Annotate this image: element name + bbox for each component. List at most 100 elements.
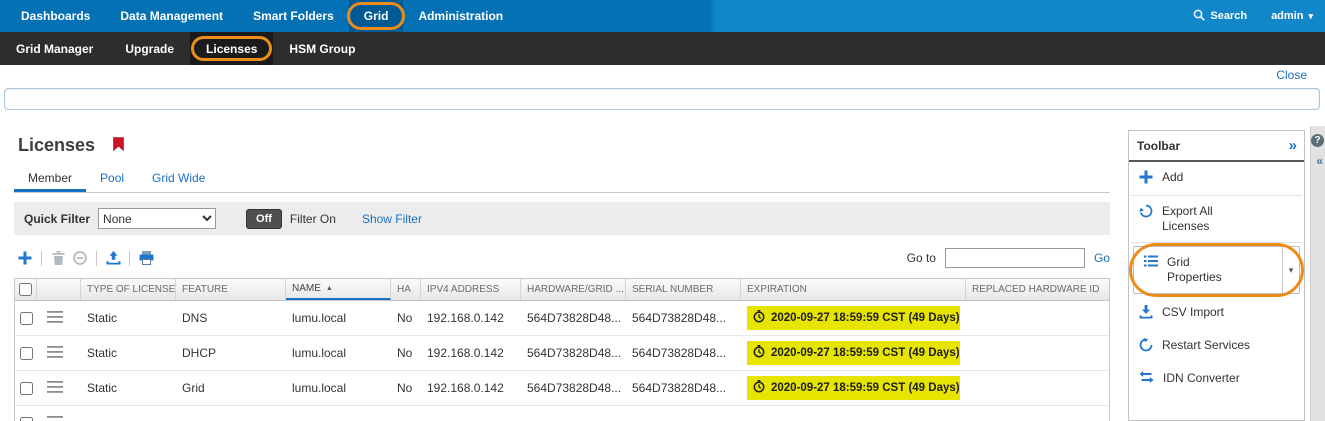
col-header-replaced[interactable]: REPLACED HARDWARE ID xyxy=(966,279,1109,300)
upload-icon[interactable] xyxy=(102,247,124,269)
tab-member[interactable]: Member xyxy=(14,165,87,192)
cell-hardware xyxy=(521,406,626,421)
expiration-text: 2020-09-27 18:59:59 CST (49 Days) xyxy=(771,382,960,394)
toolbar-item-export-all-licenses[interactable]: Export All Licenses xyxy=(1129,196,1304,242)
row-checkbox[interactable] xyxy=(19,416,33,421)
collapse-panel-icon[interactable]: « xyxy=(1316,154,1323,168)
row-menu-icon[interactable] xyxy=(47,415,63,421)
subnav-item-licenses[interactable]: Licenses xyxy=(190,32,274,65)
row-menu-icon[interactable] xyxy=(47,380,63,396)
toolbar-item-label: Restart Services xyxy=(1162,338,1251,352)
close-link[interactable]: Close xyxy=(1276,68,1307,82)
cell-hardware: 564D73828D48... xyxy=(527,381,622,395)
add-icon[interactable] xyxy=(14,247,36,269)
side-toolbar-panel: Toolbar » Add Export All Licenses Grid P… xyxy=(1128,130,1305,421)
toolbar-item-restart-services[interactable]: Restart Services xyxy=(1129,330,1304,363)
row-menu-icon[interactable] xyxy=(47,310,63,326)
nav-item-grid[interactable]: Grid xyxy=(346,0,406,32)
col-header-ha[interactable]: HA xyxy=(391,279,421,300)
filter-on-label: Filter On xyxy=(289,211,336,226)
goto-input[interactable] xyxy=(944,248,1085,268)
toolbar-item-grid-properties[interactable]: Grid Properties ▾ xyxy=(1129,243,1304,297)
top-nav: Dashboards Data Management Smart Folders… xyxy=(0,0,1325,32)
row-checkbox[interactable] xyxy=(19,311,33,325)
table-row[interactable]: Static Grid lumu.local No 192.168.0.142 … xyxy=(15,371,1109,406)
filter-toggle-button[interactable]: Off xyxy=(246,208,282,229)
grid-properties-dropdown-caret[interactable]: ▾ xyxy=(1282,247,1299,293)
toolbar-item-idn-converter[interactable]: IDN Converter xyxy=(1129,363,1304,394)
app-screen: Dashboards Data Management Smart Folders… xyxy=(0,0,1325,421)
cell-serial xyxy=(626,406,741,421)
cell-ipv4 xyxy=(421,406,521,421)
col-header-ipv4[interactable]: IPV4 ADDRESS xyxy=(421,279,521,300)
row-checkbox[interactable] xyxy=(19,346,33,360)
table-header-row: TYPE OF LICENSE FEATURE NAME ▲ HA IPV4 A… xyxy=(15,279,1109,301)
cell-type: Static xyxy=(87,381,118,395)
subnav-item-hsm-group[interactable]: HSM Group xyxy=(273,32,371,65)
row-checkbox[interactable] xyxy=(19,381,33,395)
toolbar-item-add[interactable]: Add xyxy=(1129,162,1304,195)
show-filter-link[interactable]: Show Filter xyxy=(362,212,422,226)
cell-replaced xyxy=(966,406,1109,421)
properties-list-icon xyxy=(1144,255,1158,270)
subnav-item-upgrade[interactable]: Upgrade xyxy=(109,32,190,65)
help-icon[interactable]: ? xyxy=(1311,134,1324,147)
nav-item-label: Administration xyxy=(418,9,504,23)
toolbar-item-label: Add xyxy=(1162,170,1184,184)
go-link[interactable]: Go xyxy=(1094,251,1110,265)
bookmark-icon[interactable] xyxy=(113,137,124,154)
cell-type xyxy=(81,406,176,421)
cell-ha: No xyxy=(397,381,413,395)
licenses-table: TYPE OF LICENSE FEATURE NAME ▲ HA IPV4 A… xyxy=(14,278,1110,421)
nav-item-label: Dashboards xyxy=(21,9,91,23)
table-row[interactable]: Static DNS lumu.local No 192.168.0.142 5… xyxy=(15,301,1109,336)
row-checkbox-cell xyxy=(15,301,37,335)
user-menu[interactable]: admin ▾ xyxy=(1271,10,1313,22)
col-header-expiration[interactable]: EXPIRATION xyxy=(741,279,966,300)
cell-name xyxy=(286,406,391,421)
toolbar-divider xyxy=(96,250,97,266)
cell-serial: 564D73828D48... xyxy=(632,311,727,325)
table-row-partial[interactable] xyxy=(15,406,1109,421)
subnav-item-grid-manager[interactable]: Grid Manager xyxy=(0,32,109,65)
print-icon[interactable] xyxy=(135,247,157,269)
caret-down-icon: ▾ xyxy=(1288,264,1294,275)
tab-grid-wide[interactable]: Grid Wide xyxy=(138,165,219,192)
nav-item-smart-folders[interactable]: Smart Folders xyxy=(238,0,349,32)
tab-pool[interactable]: Pool xyxy=(86,165,138,192)
clock-icon xyxy=(753,345,765,361)
global-search[interactable]: Search xyxy=(1193,9,1247,24)
cell-type: Static xyxy=(87,346,118,360)
close-row: Close xyxy=(1276,68,1307,82)
table-row[interactable]: Static DHCP lumu.local No 192.168.0.142 … xyxy=(15,336,1109,371)
select-all-checkbox-cell xyxy=(15,279,37,300)
clock-icon xyxy=(753,380,765,396)
quick-filter-select[interactable]: None xyxy=(98,208,217,229)
top-nav-right: Search admin ▾ xyxy=(1193,0,1325,32)
col-header-feature[interactable]: FEATURE xyxy=(176,279,286,300)
remove-icon[interactable] xyxy=(69,247,91,269)
toolbar-item-label: IDN Converter xyxy=(1163,371,1240,385)
nav-item-administration[interactable]: Administration xyxy=(403,0,518,32)
expiration-badge: 2020-09-27 18:59:59 CST (49 Days) xyxy=(747,341,960,365)
col-header-hardware[interactable]: HARDWARE/GRID ... xyxy=(521,279,626,300)
expand-panel-icon[interactable]: » xyxy=(1289,137,1297,154)
divider xyxy=(1131,242,1302,243)
cell-feature xyxy=(176,406,286,421)
nav-item-dashboards[interactable]: Dashboards xyxy=(6,0,105,32)
toolbar-divider xyxy=(41,250,42,266)
add-icon xyxy=(1139,170,1153,187)
nav-item-data-management[interactable]: Data Management xyxy=(105,0,238,32)
col-header-type[interactable]: TYPE OF LICENSE xyxy=(81,279,176,300)
collapsed-banner-panel xyxy=(4,88,1320,110)
col-header-name[interactable]: NAME ▲ xyxy=(286,279,391,300)
goto-label: Go to xyxy=(906,251,936,265)
row-menu-icon[interactable] xyxy=(47,345,63,361)
swap-arrows-icon xyxy=(1139,371,1154,386)
col-header-serial[interactable]: SERIAL NUMBER xyxy=(626,279,741,300)
row-checkbox-cell xyxy=(15,371,37,405)
delete-icon[interactable] xyxy=(47,247,69,269)
select-all-checkbox[interactable] xyxy=(19,283,32,296)
toolbar-item-csv-import[interactable]: CSV Import xyxy=(1129,297,1304,330)
nav-item-label: Grid xyxy=(363,9,389,23)
